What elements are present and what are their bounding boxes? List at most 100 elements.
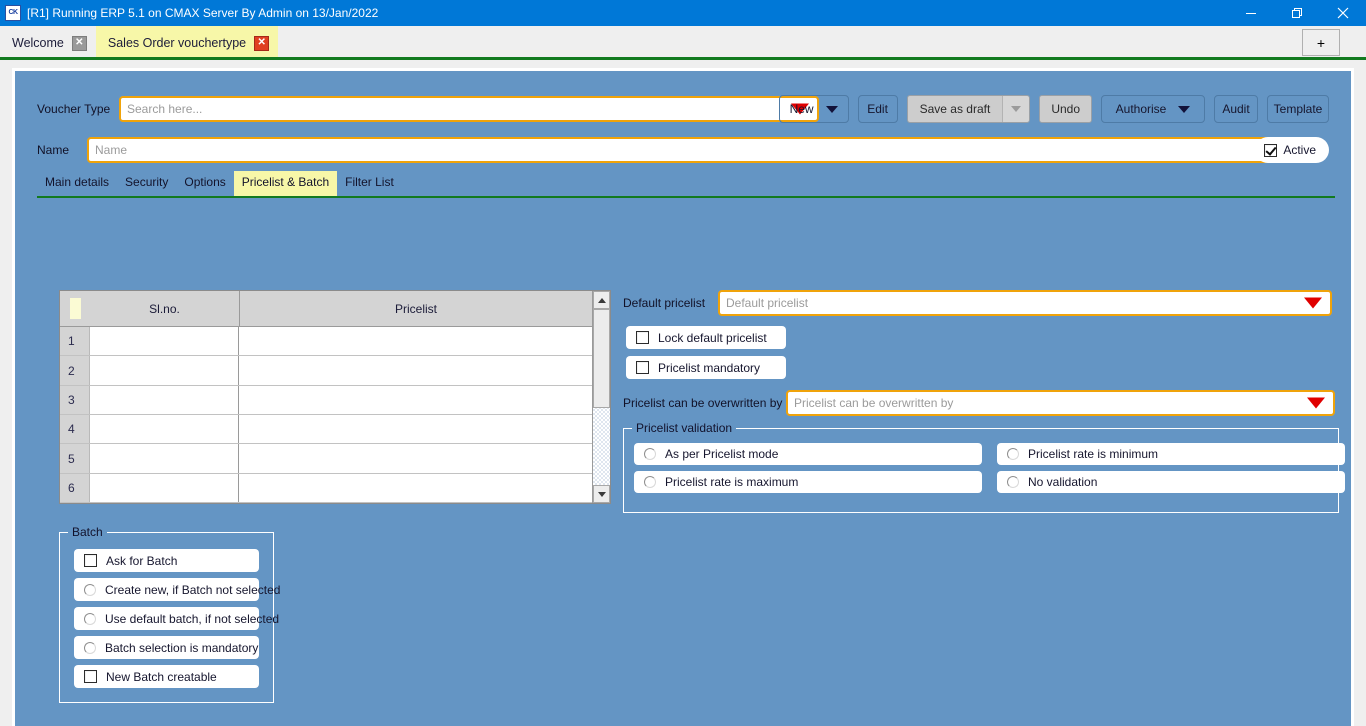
cell-slno[interactable] bbox=[90, 385, 239, 415]
cell-slno[interactable] bbox=[90, 327, 239, 356]
cell-slno[interactable] bbox=[90, 473, 239, 503]
pricelist-mandatory-checkbox[interactable]: Pricelist mandatory bbox=[626, 356, 786, 379]
grid-select-all-cell[interactable] bbox=[60, 291, 90, 326]
default-pricelist-select[interactable]: Default pricelist bbox=[718, 290, 1332, 316]
cell-pricelist[interactable] bbox=[239, 473, 592, 503]
radio-icon[interactable] bbox=[1007, 448, 1019, 460]
tab-filter-list[interactable]: Filter List bbox=[337, 171, 402, 196]
document-tabstrip: Welcome ✕ Sales Order vouchertype ✕ + bbox=[0, 26, 1366, 60]
add-tab-button[interactable]: + bbox=[1302, 29, 1340, 56]
save-as-draft-dropdown-button[interactable] bbox=[1003, 96, 1030, 122]
scrollbar-track[interactable] bbox=[593, 309, 610, 485]
tab-security[interactable]: Security bbox=[117, 171, 176, 196]
table-row[interactable]: 5 bbox=[60, 444, 592, 474]
authorise-button[interactable]: Authorise bbox=[1101, 95, 1205, 123]
tab-welcome-label: Welcome bbox=[12, 36, 64, 50]
column-header-pricelist[interactable]: Pricelist bbox=[240, 291, 592, 326]
voucher-type-search-input[interactable]: Search here... bbox=[119, 96, 819, 122]
row-number: 6 bbox=[60, 473, 90, 503]
pricelist-grid[interactable]: Sl.no. Pricelist 1 2 3 4 5 6 bbox=[59, 290, 611, 504]
checkbox-icon[interactable] bbox=[84, 554, 97, 567]
radio-icon[interactable] bbox=[84, 583, 96, 596]
cell-pricelist[interactable] bbox=[239, 327, 592, 356]
audit-button[interactable]: Audit bbox=[1214, 95, 1258, 123]
radio-pricelist-rate-is-minimum[interactable]: Pricelist rate is minimum bbox=[997, 443, 1345, 465]
radio-pricelist-rate-is-minimum-label: Pricelist rate is minimum bbox=[1028, 447, 1159, 461]
radio-icon[interactable] bbox=[644, 448, 656, 460]
save-as-draft-split-button[interactable]: Save as draft bbox=[906, 95, 1031, 123]
table-row[interactable]: 2 bbox=[60, 356, 592, 386]
radio-icon[interactable] bbox=[644, 476, 656, 488]
lock-default-pricelist-checkbox[interactable]: Lock default pricelist bbox=[626, 326, 786, 349]
undo-button[interactable]: Undo bbox=[1039, 95, 1092, 123]
chevron-down-icon bbox=[1178, 105, 1191, 113]
batch-selection-mandatory-radio[interactable]: Batch selection is mandatory bbox=[74, 636, 259, 659]
radio-icon[interactable] bbox=[84, 641, 96, 654]
cell-slno[interactable] bbox=[90, 356, 239, 385]
tab-sales-order-vouchertype[interactable]: Sales Order vouchertype ✕ bbox=[95, 26, 279, 60]
table-row[interactable]: 4 bbox=[60, 415, 592, 445]
scroll-down-icon[interactable] bbox=[593, 485, 610, 503]
cell-slno[interactable] bbox=[90, 415, 239, 444]
chevron-down-icon[interactable] bbox=[1304, 297, 1322, 309]
active-checkbox[interactable]: Active bbox=[1255, 137, 1329, 163]
save-as-draft-button[interactable]: Save as draft bbox=[907, 96, 1004, 122]
tab-welcome-close-icon[interactable]: ✕ bbox=[71, 35, 87, 51]
new-button[interactable]: New bbox=[778, 95, 849, 123]
column-header-slno[interactable]: Sl.no. bbox=[90, 291, 240, 327]
chevron-down-icon[interactable] bbox=[1307, 397, 1325, 409]
new-batch-creatable-checkbox[interactable]: New Batch creatable bbox=[74, 665, 259, 688]
ask-for-batch-checkbox[interactable]: Ask for Batch bbox=[74, 549, 259, 572]
checkbox-icon[interactable] bbox=[636, 331, 649, 344]
tab-welcome[interactable]: Welcome ✕ bbox=[0, 26, 96, 60]
cell-pricelist[interactable] bbox=[239, 415, 592, 444]
pricelist-mandatory-label: Pricelist mandatory bbox=[658, 360, 761, 375]
radio-no-validation-label: No validation bbox=[1028, 475, 1098, 489]
tab-options[interactable]: Options bbox=[176, 171, 233, 196]
scroll-up-icon[interactable] bbox=[593, 291, 610, 309]
window-titlebar: CK [R1] Running ERP 5.1 on CMAX Server B… bbox=[0, 0, 1366, 26]
edit-button[interactable]: Edit bbox=[857, 95, 898, 123]
radio-as-per-pricelist-mode[interactable]: As per Pricelist mode bbox=[634, 443, 982, 465]
cell-slno[interactable] bbox=[90, 444, 239, 473]
restore-icon[interactable] bbox=[1274, 0, 1320, 26]
radio-pricelist-rate-is-maximum[interactable]: Pricelist rate is maximum bbox=[634, 471, 982, 493]
authorise-button-label: Authorise bbox=[1115, 102, 1167, 116]
form-tabs: Main details Security Options Pricelist … bbox=[37, 171, 402, 196]
row-number: 3 bbox=[60, 385, 90, 415]
pricelist-validation-options: As per Pricelist mode Pricelist rate is … bbox=[634, 443, 1345, 493]
audit-button-label: Audit bbox=[1222, 102, 1250, 116]
table-row[interactable]: 6 bbox=[60, 473, 592, 504]
pricelist-overwritten-select[interactable]: Pricelist can be overwritten by bbox=[786, 390, 1335, 416]
table-row[interactable]: 1 bbox=[60, 327, 592, 357]
default-pricelist-label: Default pricelist bbox=[623, 296, 706, 310]
checkbox-icon[interactable] bbox=[636, 361, 649, 374]
grid-vertical-scrollbar[interactable] bbox=[592, 291, 610, 503]
tab-main-details[interactable]: Main details bbox=[37, 171, 117, 196]
checkbox-icon[interactable] bbox=[1264, 143, 1278, 157]
cell-pricelist[interactable] bbox=[239, 356, 592, 385]
table-row[interactable]: 3 bbox=[60, 385, 592, 416]
new-batch-creatable-label: New Batch creatable bbox=[106, 669, 217, 684]
minimize-icon[interactable] bbox=[1228, 0, 1274, 26]
chevron-down-icon bbox=[1011, 106, 1022, 112]
radio-no-validation[interactable]: No validation bbox=[997, 471, 1345, 493]
tab-sales-order-vouchertype-close-icon[interactable]: ✕ bbox=[254, 35, 270, 51]
checkbox-icon[interactable] bbox=[84, 670, 97, 683]
pricelist-overwritten-label: Pricelist can be overwritten by bbox=[623, 396, 783, 410]
active-label: Active bbox=[1283, 143, 1316, 157]
name-input[interactable]: Name bbox=[87, 137, 1277, 163]
create-new-if-batch-not-selected-radio[interactable]: Create new, if Batch not selected bbox=[74, 578, 280, 601]
cell-pricelist[interactable] bbox=[239, 444, 592, 473]
cell-pricelist[interactable] bbox=[239, 385, 592, 415]
radio-icon[interactable] bbox=[1007, 476, 1019, 488]
scrollbar-thumb[interactable] bbox=[593, 309, 610, 408]
radio-icon[interactable] bbox=[84, 612, 96, 625]
window-body: Voucher Type Search here... New Edit Sav… bbox=[0, 60, 1366, 726]
template-button[interactable]: Template bbox=[1267, 95, 1329, 123]
tab-pricelist-and-batch[interactable]: Pricelist & Batch bbox=[233, 171, 338, 196]
row-number: 4 bbox=[60, 415, 90, 444]
use-default-batch-radio[interactable]: Use default batch, if not selected bbox=[74, 607, 279, 630]
batch-group-title: Batch bbox=[68, 525, 107, 539]
close-icon[interactable] bbox=[1320, 0, 1366, 26]
